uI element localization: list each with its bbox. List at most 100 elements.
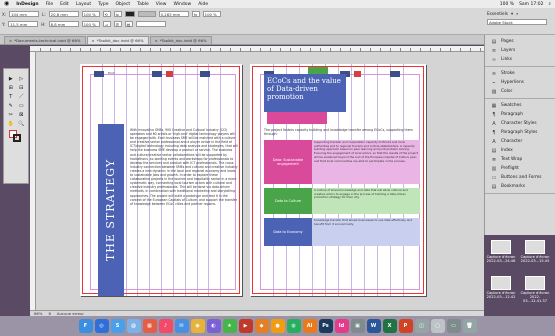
menu-item-object[interactable]: Object [115, 2, 130, 7]
right-page-lead[interactable]: The project fosters capacity building an… [264, 128, 416, 136]
width-field[interactable]: 20,6 mm [48, 11, 79, 17]
dock-app-icon[interactable]: ▶ [238, 319, 253, 333]
frame-tool-icon[interactable]: ⊠ [17, 111, 27, 119]
chevron-down-icon[interactable]: ▾ [511, 11, 513, 16]
panel-buttons-forms[interactable]: ▭ Buttons and Forms [485, 173, 555, 182]
vertical-ruler[interactable] [30, 52, 36, 310]
dock-app-icon[interactable]: S [110, 319, 125, 333]
scale-y-field[interactable]: 100 % [81, 21, 100, 27]
zoom-tool-icon[interactable]: 🔍 [17, 120, 27, 128]
dock-app-icon[interactable]: ▣ [350, 319, 365, 333]
panel-layers[interactable]: ≡ Layers [485, 46, 555, 55]
dock-app-icon[interactable]: ★ [222, 319, 237, 333]
dock-app-icon[interactable]: Ai [302, 319, 317, 333]
panel-index[interactable]: ▤ Index [485, 146, 555, 155]
direct-selection-tool-icon[interactable]: ▷ [17, 75, 27, 83]
panel-stroke[interactable]: ≋ Stroke [485, 69, 555, 78]
close-icon[interactable]: × [155, 38, 158, 43]
hand-tool-icon[interactable]: ✋ [6, 120, 16, 128]
search-icon[interactable]: ⌕ [516, 11, 518, 16]
type-tool-icon[interactable]: T [6, 93, 16, 101]
left-page[interactable]: ECoC THE STRATEGY With InnovaEco SMEs, 9… [80, 64, 242, 296]
dock-app-icon[interactable]: ▭ [446, 319, 461, 333]
panel-hyperlinks[interactable]: ⌁ Hyperliens [485, 78, 555, 87]
scale-x-field[interactable]: 100 % [81, 11, 100, 17]
pink-accent-block[interactable] [267, 112, 327, 124]
flip-icon[interactable]: ⇋ [113, 11, 122, 17]
panel-character[interactable]: A Character [485, 137, 555, 146]
close-icon[interactable]: × [92, 38, 95, 43]
dock-app-icon[interactable]: ♪ [158, 319, 173, 333]
table-row[interactable]: Data to Culture A culture of shared know… [264, 188, 420, 214]
panel-paragraph-styles[interactable]: ¶ Paragraph Styles [485, 128, 555, 137]
table-row[interactable]: Data to Economy Knowledge transfer that … [264, 218, 420, 246]
dock-app-icon[interactable]: P [398, 319, 413, 333]
dock-app-icon[interactable]: ✉ [174, 319, 189, 333]
panel-bookmarks[interactable]: ▤ Bookmarks [485, 182, 555, 191]
gap-tool-icon[interactable]: ⊟ [17, 84, 27, 92]
tab-document-2[interactable]: × *Toolkit_doc.indd @ 66% [86, 36, 149, 44]
panel-links[interactable]: ∞ Links [485, 55, 555, 64]
rotate-icon[interactable]: ⟲ [102, 11, 111, 17]
dock-app-icon[interactable]: @ [126, 319, 141, 333]
horizontal-ruler[interactable] [30, 46, 484, 52]
dock-app-icon[interactable]: W [366, 319, 381, 333]
spotlight-icon[interactable]: ⌕ [548, 1, 551, 7]
menu-app-name[interactable]: InDesign [16, 2, 38, 7]
panel-pages[interactable]: ▤ Pages [485, 37, 555, 46]
height-field[interactable]: 8,8 mm [48, 21, 79, 27]
panel-swatches[interactable]: ▦ Swatches [485, 101, 555, 110]
wrap-icon[interactable]: ▤ [124, 21, 133, 27]
shear-icon[interactable]: ⊿ [102, 21, 111, 27]
opacity-field[interactable]: 100 % [202, 11, 221, 17]
dock-app-icon[interactable]: Ps [318, 319, 333, 333]
dock-app-icon[interactable]: ◉ [190, 319, 205, 333]
document-canvas[interactable]: ECoC THE STRATEGY With InnovaEco SMEs, 9… [30, 46, 484, 310]
dock-app-icon[interactable]: 🗑 [462, 319, 477, 333]
close-icon[interactable]: × [9, 38, 12, 43]
dock-app-icon[interactable]: Id [334, 319, 349, 333]
selection-tool-icon[interactable]: ▶ [6, 75, 16, 83]
panel-color[interactable]: ▨ Color [485, 87, 555, 96]
menu-item-layout[interactable]: Layout [76, 2, 91, 7]
dock-app-icon[interactable]: ◫ [414, 319, 429, 333]
scissors-tool-icon[interactable]: ✂ [6, 111, 16, 119]
line-tool-icon[interactable]: ／ [17, 93, 27, 101]
tab-document-1[interactable]: × *Documents-technical.indd @ 66% [4, 36, 86, 44]
fill-swatch[interactable] [124, 11, 135, 17]
panel-text-wrap[interactable]: ≣ Text Wrap [485, 155, 555, 164]
right-page-title[interactable]: ECoCs and the value of Data-driven promo… [264, 74, 346, 112]
page-tool-icon[interactable]: ⊞ [6, 84, 16, 92]
panel-preflight[interactable]: ▥ Preflight [485, 164, 555, 173]
right-page[interactable]: ECoCs and the value of Data-driven promo… [250, 64, 426, 296]
table-row[interactable]: Data: Sustainable engagement Supporting … [264, 140, 420, 184]
dock-app-icon[interactable]: ◐ [206, 319, 221, 333]
desktop-file[interactable]: Capture d'écran 2022-03...24.46 [486, 240, 516, 263]
menu-item-file[interactable]: File [46, 2, 54, 7]
menu-item-table[interactable]: Table [137, 2, 149, 7]
menu-item-view[interactable]: View [156, 2, 167, 7]
dock-app-icon[interactable]: ▢ [430, 319, 445, 333]
y-field[interactable]: 11,5 mm [8, 21, 39, 27]
strategy-title-frame[interactable]: THE STRATEGY [98, 124, 124, 296]
desktop-file[interactable]: Capture d'écran 2022-03...12.42 [486, 276, 516, 299]
strategy-body-text[interactable]: With InnovaEco SMEs, 900 Creative and Cu… [130, 128, 238, 206]
stroke-swatch[interactable] [137, 11, 156, 17]
stroke-weight-field[interactable]: 0,283 mm [158, 11, 189, 17]
apple-menu-icon[interactable]: ◉ [4, 0, 9, 8]
dock-app-icon[interactable]: ● [270, 319, 285, 333]
menu-item-type[interactable]: Type [98, 2, 108, 7]
battery-status[interactable]: 100 % [500, 2, 514, 7]
desktop-file[interactable]: Capture d'écran 2022-03...12.41.37 [520, 276, 550, 304]
dock-app-icon[interactable]: X [382, 319, 397, 333]
stroke-swatch-icon[interactable] [13, 134, 21, 142]
dock-app-icon[interactable]: ◎ [94, 319, 109, 333]
dock-app-icon[interactable]: ▦ [142, 319, 157, 333]
pen-tool-icon[interactable]: ✎ [6, 102, 16, 110]
stock-search-input[interactable]: Adobe Stock [487, 19, 547, 25]
x-field[interactable]: 104 mm [9, 11, 40, 17]
menu-item-window[interactable]: Window [173, 2, 191, 7]
dock-app-icon[interactable]: F [78, 319, 93, 333]
fx-button[interactable]: fx [191, 11, 200, 17]
panel-character-styles[interactable]: A Character Styles [485, 119, 555, 128]
